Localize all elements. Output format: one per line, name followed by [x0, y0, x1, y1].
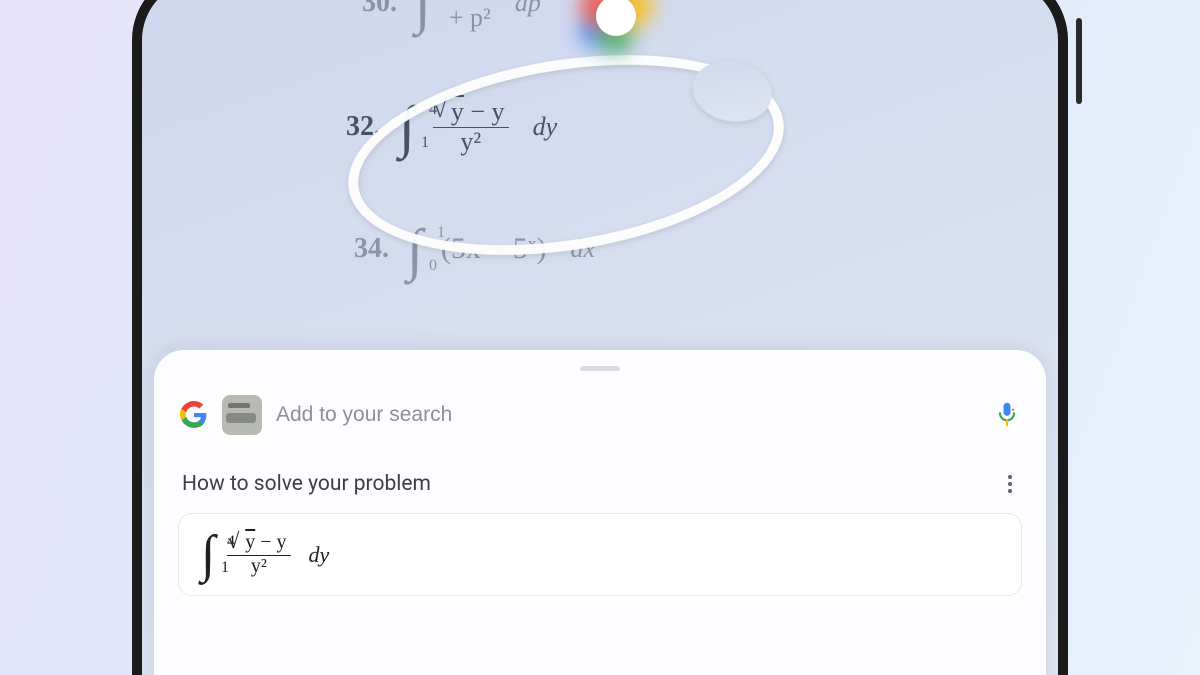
problem-34-differential: dx — [570, 234, 595, 264]
search-bar[interactable] — [178, 389, 1022, 441]
problem-32[interactable]: 32. ∫ 4 1 y − y y² dy — [346, 98, 557, 156]
problem-34-body: (5x − 5ˣ) — [441, 232, 547, 266]
problem-30-fraction: 4 + p² — [449, 0, 491, 32]
more-options-button[interactable] — [1002, 469, 1018, 499]
problem-34: 34. ∫ 1 0 (5x − 5ˣ) dx — [354, 232, 595, 266]
microphone-icon[interactable] — [996, 401, 1018, 429]
equation-card[interactable]: ∫ 4 1 y − y y² dy — [178, 513, 1022, 596]
problem-32-differential: dy — [533, 112, 558, 142]
phone-frame: 30. ∫ 4 + p² dp 32. ∫ 4 1 y − y y² — [132, 0, 1068, 675]
phone-side-button — [1076, 18, 1082, 104]
search-input[interactable] — [276, 403, 982, 427]
integral-icon: ∫ 4 1 — [399, 112, 415, 141]
problem-32-fraction: y − y y² — [433, 98, 509, 156]
google-logo-icon — [180, 401, 208, 429]
equation-fraction: y − y y² — [227, 532, 290, 577]
equation-differential: dy — [309, 542, 330, 568]
app-stage: 30. ∫ 4 + p² dp 32. ∫ 4 1 y − y y² — [0, 0, 1200, 675]
integral-icon: ∫ 1 0 — [407, 235, 423, 264]
problem-30-differential: dp — [515, 0, 541, 18]
search-thumbnail-icon[interactable] — [222, 395, 262, 435]
recognized-equation: ∫ 4 1 y − y y² dy — [201, 532, 999, 577]
problem-30-number: 30. — [362, 0, 397, 19]
results-bottom-sheet[interactable]: How to solve your problem ∫ 4 1 y − y y²… — [154, 350, 1046, 675]
integral-icon: ∫ 4 1 — [201, 542, 215, 568]
integral-icon: ∫ — [415, 0, 431, 17]
problem-34-number: 34. — [354, 233, 389, 265]
sheet-drag-handle[interactable] — [580, 366, 620, 371]
section-header: How to solve your problem — [182, 469, 1018, 499]
problem-32-number: 32. — [346, 111, 381, 143]
problem-30: 30. ∫ 4 + p² dp — [362, 0, 541, 32]
section-title: How to solve your problem — [182, 472, 431, 496]
